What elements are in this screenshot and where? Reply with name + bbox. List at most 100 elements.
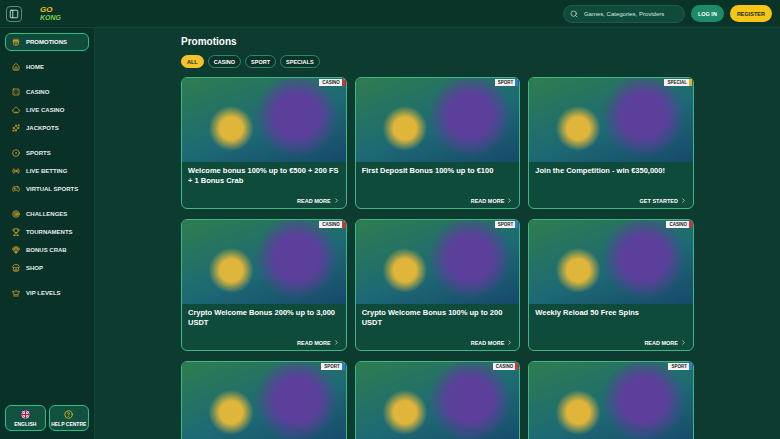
- nav-icon: [12, 88, 20, 96]
- login-button[interactable]: LOG IN: [691, 5, 724, 22]
- category-tag: SPORT: [495, 79, 519, 86]
- help-button[interactable]: HELP CENTRE: [49, 405, 90, 431]
- sidebar-item[interactable]: SPORTS: [5, 144, 89, 162]
- sidebar-group: CASINOLIVE CASINOJACKPOTS: [5, 83, 89, 137]
- card-title: Welcome bonus 100% up to €500 + 200 FS +…: [188, 166, 340, 186]
- card-title: Crypto Welcome Bonus 200% up to 3,000 US…: [188, 308, 340, 328]
- nav-icon: [12, 246, 20, 254]
- sidebar-toggle[interactable]: [6, 6, 22, 22]
- promotion-image: [182, 362, 346, 439]
- promotion-image: [529, 78, 693, 162]
- top-bar: GOKONG LOG IN REGISTER: [0, 0, 780, 28]
- promotion-card[interactable]: SPORT Crypto Welcome Bonus 100% up to 200…: [355, 219, 521, 351]
- sidebar-item[interactable]: LIVE CASINO: [5, 101, 89, 119]
- card-action[interactable]: GET STARTED: [640, 194, 687, 204]
- promotion-card[interactable]: SPORT: [528, 361, 694, 439]
- card-action[interactable]: READ MORE: [471, 194, 514, 204]
- nav-icon: [12, 289, 20, 297]
- sidebar-nav: PROMOTIONS HOME CASINOLIVE CASINOJACKPOTS S…: [5, 33, 89, 302]
- chevron-icon: [333, 339, 340, 346]
- card-action[interactable]: READ MORE: [471, 336, 514, 346]
- sidebar-item[interactable]: CHALLENGES: [5, 205, 89, 223]
- chevron-icon: [506, 339, 513, 346]
- card-body: Join the Competition - win €350,000! GET …: [529, 162, 693, 208]
- promotion-grid: CASINO Welcome bonus 100% up to €500 + 20…: [181, 77, 694, 439]
- sidebar-item[interactable]: TOURNAMENTS: [5, 223, 89, 241]
- main: Promotions ALL CASINO SPORT SPECIALS CASINO We…: [95, 28, 780, 439]
- sidebar-item[interactable]: BONUS CRAB: [5, 241, 89, 259]
- category-tag: CASINO: [319, 221, 345, 228]
- sidebar-group: SPORTSLIVE BETTINGVIRTUAL SPORTS: [5, 144, 89, 198]
- chevron-icon: [680, 197, 687, 204]
- chevron-icon: [333, 197, 340, 204]
- category-tag: CASINO: [493, 363, 519, 370]
- category-tag: SPORT: [668, 363, 692, 370]
- search-field[interactable]: [563, 5, 685, 23]
- promotion-card[interactable]: CASINO Weekly Reload 50 Free Spins READ MO…: [528, 219, 694, 351]
- promotion-image: [356, 362, 520, 439]
- promotions-content: Promotions ALL CASINO SPORT SPECIALS CASINO We…: [181, 35, 694, 439]
- card-action[interactable]: READ MORE: [297, 194, 340, 204]
- promotion-card[interactable]: CASINO Welcome bonus 100% up to €500 + 20…: [181, 77, 347, 209]
- category-tag: SPORT: [321, 363, 345, 370]
- uk-flag-icon: [21, 410, 30, 419]
- sidebar-item[interactable]: LIVE BETTING: [5, 162, 89, 180]
- card-body: Weekly Reload 50 Free Spins READ MORE: [529, 304, 693, 350]
- search-icon: [570, 10, 578, 18]
- nav-icon: [12, 63, 20, 71]
- nav-icon: [12, 185, 20, 193]
- logo-bottom: KONG: [40, 14, 61, 21]
- sidebar-item[interactable]: SHOP: [5, 259, 89, 277]
- filter-chip[interactable]: ALL: [181, 55, 204, 68]
- filter-bar: ALL CASINO SPORT SPECIALS: [181, 55, 694, 68]
- promotion-card[interactable]: CASINO Crypto Welcome Bonus 200% up to 3,…: [181, 219, 347, 351]
- filter-chip[interactable]: CASINO: [208, 55, 241, 68]
- sidebar-group: PROMOTIONS: [5, 33, 89, 51]
- logo[interactable]: GOKONG: [40, 6, 61, 21]
- help-icon: [64, 410, 73, 419]
- promotion-image: [529, 362, 693, 439]
- filter-chip[interactable]: SPORT: [245, 55, 276, 68]
- card-body: First Deposit Bonus 100% up to €100READ …: [356, 162, 520, 208]
- card-title: Crypto Welcome Bonus 100% up to 200 USDT: [362, 308, 514, 328]
- promotion-card[interactable]: SPORT: [181, 361, 347, 439]
- card-title: Join the Competition - win €350,000!: [535, 166, 687, 176]
- chevron-icon: [680, 339, 687, 346]
- nav-icon: [12, 264, 20, 272]
- category-tag: SPORT: [495, 221, 519, 228]
- promotion-image: [182, 78, 346, 162]
- card-action[interactable]: READ MORE: [297, 336, 340, 346]
- app: GOKONG LOG IN REGISTER PROMOTIONS HOME CASINO…: [0, 0, 780, 439]
- logo-top: GO: [40, 6, 61, 14]
- sidebar-group: VIP LEVELS: [5, 284, 89, 302]
- category-tag: CASINO: [666, 221, 692, 228]
- promotion-card[interactable]: SPORT First Deposit Bonus 100% up to €100…: [355, 77, 521, 209]
- card-body: Crypto Welcome Bonus 100% up to 200 USDT…: [356, 304, 520, 350]
- card-title: Weekly Reload 50 Free Spins: [535, 308, 687, 318]
- page-title: Promotions: [181, 35, 694, 49]
- search-input[interactable]: [582, 10, 678, 18]
- card-body: Crypto Welcome Bonus 200% up to 3,000 US…: [182, 304, 346, 350]
- register-button[interactable]: REGISTER: [730, 5, 772, 22]
- card-action[interactable]: READ MORE: [644, 336, 687, 346]
- category-tag: CASINO: [319, 79, 345, 86]
- category-tag: SPECIAL: [664, 79, 692, 86]
- sidebar-item[interactable]: PROMOTIONS: [5, 33, 89, 51]
- filter-chip[interactable]: SPECIALS: [280, 55, 320, 68]
- sidebar-item[interactable]: VIRTUAL SPORTS: [5, 180, 89, 198]
- sidebar-item[interactable]: HOME: [5, 58, 89, 76]
- nav-icon: [12, 106, 20, 114]
- sidebar: PROMOTIONS HOME CASINOLIVE CASINOJACKPOTS S…: [0, 28, 95, 439]
- body: PROMOTIONSHOMECASINOLIVE CASINOJACKPOTSS…: [0, 28, 780, 439]
- sidebar-item[interactable]: JACKPOTS: [5, 119, 89, 137]
- sidebar-item[interactable]: VIP LEVELS: [5, 284, 89, 302]
- chevron-icon: [506, 197, 513, 204]
- language-button[interactable]: ENGLISH: [5, 405, 46, 431]
- promotion-card[interactable]: SPECIAL Join the Competition - win €350,0…: [528, 77, 694, 209]
- nav-icon: [12, 167, 20, 175]
- sidebar-footer: ENGLISHHELP CENTRE: [5, 405, 89, 431]
- sidebar-item[interactable]: CASINO: [5, 83, 89, 101]
- promotion-card[interactable]: CASINO: [355, 361, 521, 439]
- nav-icon: [12, 124, 20, 132]
- promotion-image: [356, 220, 520, 304]
